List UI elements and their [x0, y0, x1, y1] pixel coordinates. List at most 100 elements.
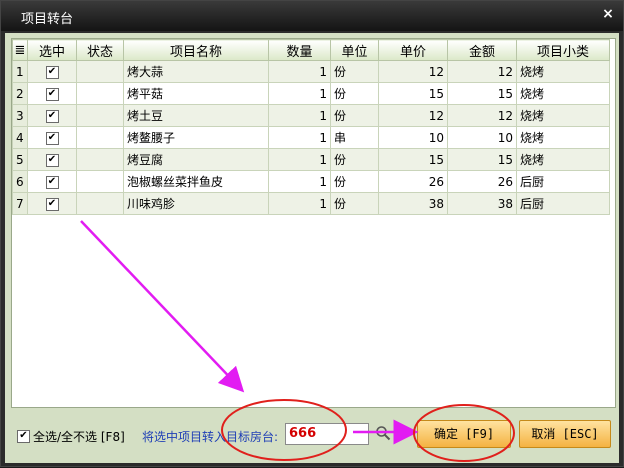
table-row[interactable]: 6 ✔ 泡椒螺丝菜拌鱼皮 1 份 26 26 后厨 [12, 170, 610, 193]
row-index: 2 [12, 82, 28, 105]
row-category: 烧烤 [516, 148, 610, 171]
row-checkbox[interactable]: ✔ [27, 60, 77, 83]
row-amount: 15 [447, 148, 517, 171]
row-status [76, 148, 124, 171]
row-name: 烤鳌腰子 [123, 126, 269, 149]
transfer-dialog: 项目转台 × ≣ 选中 状态 项目名称 数量 单位 单价 金额 项目小类 1 ✔… [0, 0, 624, 467]
items-grid: ≣ 选中 状态 项目名称 数量 单位 单价 金额 项目小类 1 ✔ 烤大蒜 1 份 12 1… [11, 38, 616, 408]
col-header-name[interactable]: 项目名称 [123, 39, 269, 61]
row-name: 烤平菇 [123, 82, 269, 105]
row-check-icon[interactable]: ✔ [45, 65, 59, 79]
row-index: 6 [12, 170, 28, 193]
select-all-checkbox[interactable]: ✔ [17, 430, 30, 443]
row-unit: 份 [330, 60, 379, 83]
row-check-icon[interactable]: ✔ [45, 197, 59, 211]
row-selector-header-icon[interactable]: ≣ [12, 39, 28, 61]
col-header-category[interactable]: 项目小类 [516, 39, 610, 61]
select-all-label: 全选/全不选 [F8] [33, 430, 125, 444]
table-row[interactable]: 7 ✔ 川味鸡胗 1 份 38 38 后厨 [12, 192, 610, 215]
row-amount: 10 [447, 126, 517, 149]
row-status [76, 192, 124, 215]
row-category: 烧烤 [516, 104, 610, 127]
table-row[interactable]: 3 ✔ 烤土豆 1 份 12 12 烧烤 [12, 104, 610, 127]
target-room-input[interactable]: 666 [285, 423, 369, 445]
row-unit: 份 [330, 104, 379, 127]
row-price: 38 [378, 192, 448, 215]
row-price: 10 [378, 126, 448, 149]
row-unit: 串 [330, 126, 379, 149]
row-price: 12 [378, 104, 448, 127]
row-category: 烧烤 [516, 82, 610, 105]
row-check-icon[interactable]: ✔ [45, 153, 59, 167]
row-category: 后厨 [516, 192, 610, 215]
row-check-icon[interactable]: ✔ [45, 175, 59, 189]
row-amount: 15 [447, 82, 517, 105]
row-check-icon[interactable]: ✔ [45, 109, 59, 123]
row-checkbox[interactable]: ✔ [27, 82, 77, 105]
col-header-status[interactable]: 状态 [76, 39, 124, 61]
row-qty: 1 [268, 148, 331, 171]
row-checkbox[interactable]: ✔ [27, 170, 77, 193]
table-header-row: ≣ 选中 状态 项目名称 数量 单位 单价 金额 项目小类 [12, 39, 610, 61]
row-name: 烤豆腐 [123, 148, 269, 171]
row-name: 泡椒螺丝菜拌鱼皮 [123, 170, 269, 193]
col-header-unit[interactable]: 单位 [330, 39, 379, 61]
window-title: 项目转台 [21, 12, 74, 27]
dialog-body: ≣ 选中 状态 项目名称 数量 单位 单价 金额 项目小类 1 ✔ 烤大蒜 1 份 12 1… [5, 33, 619, 463]
row-checkbox[interactable]: ✔ [27, 192, 77, 215]
row-name: 烤大蒜 [123, 60, 269, 83]
row-checkbox[interactable]: ✔ [27, 148, 77, 171]
col-header-selected[interactable]: 选中 [27, 39, 77, 61]
row-amount: 12 [447, 104, 517, 127]
row-qty: 1 [268, 170, 331, 193]
row-status [76, 82, 124, 105]
row-checkbox[interactable]: ✔ [27, 126, 77, 149]
row-amount: 12 [447, 60, 517, 83]
close-icon[interactable]: × [601, 7, 615, 21]
row-index: 5 [12, 148, 28, 171]
items-table: ≣ 选中 状态 项目名称 数量 单位 单价 金额 项目小类 1 ✔ 烤大蒜 1 份 12 1… [12, 39, 610, 215]
row-qty: 1 [268, 104, 331, 127]
row-index: 1 [12, 60, 28, 83]
row-status [76, 126, 124, 149]
row-status [76, 170, 124, 193]
row-category: 烧烤 [516, 60, 610, 83]
row-index: 3 [12, 104, 28, 127]
col-header-qty[interactable]: 数量 [268, 39, 331, 61]
row-amount: 38 [447, 192, 517, 215]
row-category: 烧烤 [516, 126, 610, 149]
table-row[interactable]: 1 ✔ 烤大蒜 1 份 12 12 烧烤 [12, 60, 610, 83]
row-unit: 份 [330, 82, 379, 105]
row-checkbox[interactable]: ✔ [27, 104, 77, 127]
transfer-target-label: 将选中项目转入目标房台: [142, 430, 279, 444]
row-qty: 1 [268, 126, 331, 149]
row-name: 烤土豆 [123, 104, 269, 127]
select-all-toggle[interactable]: ✔ 全选/全不选 [F8] [17, 428, 125, 445]
cancel-button[interactable]: 取消 [ESC] [519, 420, 611, 448]
row-index: 4 [12, 126, 28, 149]
search-icon[interactable] [375, 425, 391, 441]
row-status [76, 60, 124, 83]
table-row[interactable]: 5 ✔ 烤豆腐 1 份 15 15 烧烤 [12, 148, 610, 171]
row-category: 后厨 [516, 170, 610, 193]
row-qty: 1 [268, 60, 331, 83]
row-qty: 1 [268, 192, 331, 215]
row-price: 26 [378, 170, 448, 193]
row-unit: 份 [330, 148, 379, 171]
row-check-icon[interactable]: ✔ [45, 131, 59, 145]
title-bar: 项目转台 × [1, 1, 623, 31]
col-header-amount[interactable]: 金额 [447, 39, 517, 61]
row-price: 15 [378, 82, 448, 105]
footer-bar: ✔ 全选/全不选 [F8] 将选中项目转入目标房台: 666 确定 [F9] 取… [5, 415, 619, 459]
table-row[interactable]: 4 ✔ 烤鳌腰子 1 串 10 10 烧烤 [12, 126, 610, 149]
row-index: 7 [12, 192, 28, 215]
row-unit: 份 [330, 170, 379, 193]
row-price: 15 [378, 148, 448, 171]
row-unit: 份 [330, 192, 379, 215]
confirm-button[interactable]: 确定 [F9] [417, 420, 511, 448]
row-price: 12 [378, 60, 448, 83]
row-qty: 1 [268, 82, 331, 105]
col-header-price[interactable]: 单价 [378, 39, 448, 61]
table-row[interactable]: 2 ✔ 烤平菇 1 份 15 15 烧烤 [12, 82, 610, 105]
row-check-icon[interactable]: ✔ [45, 87, 59, 101]
